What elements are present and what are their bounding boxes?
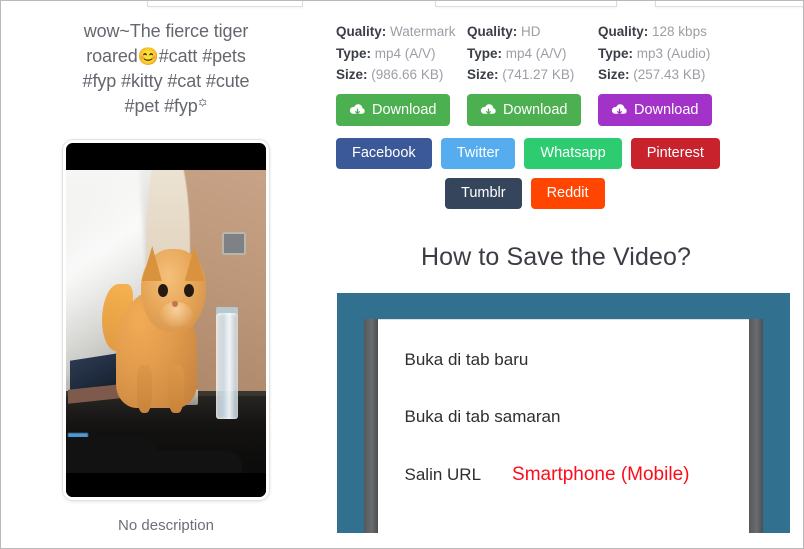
- howto-frame-side-right: [748, 318, 763, 533]
- size-value: (257.43 KB): [633, 67, 706, 82]
- context-menu-item-open-incognito: Buka di tab samaran: [404, 406, 561, 426]
- main-content: wow~The fierce tiger roared😊#catt #pets …: [1, 13, 803, 548]
- share-button-twitter[interactable]: Twitter: [440, 137, 516, 169]
- type-label: Type:: [336, 45, 372, 61]
- card-stub-middle: [435, 1, 617, 7]
- share-buttons-row-1: Facebook Twitter Whatsapp Pinterest: [331, 137, 795, 169]
- quality-line: Quality: Watermark: [336, 21, 467, 43]
- share-buttons-row-2: Tumblr Reddit: [331, 177, 795, 209]
- download-options-column: Quality: Watermark Type: mp4 (A/V) Size:…: [331, 13, 803, 533]
- download-button-watermark[interactable]: Download: [336, 93, 450, 126]
- letterbox-top: [66, 143, 266, 170]
- share-button-facebook[interactable]: Facebook: [336, 137, 432, 169]
- size-line: Size: (986.66 KB): [336, 64, 467, 86]
- cat-eye-right: [183, 284, 194, 297]
- type-value: mp3 (Audio): [636, 45, 711, 61]
- download-option-mp3: Quality: 128 kbps Type: mp3 (Audio) Size…: [598, 21, 712, 126]
- cat-subject: [101, 246, 218, 414]
- letterbox-bottom: [66, 473, 266, 497]
- video-description: No description: [118, 517, 214, 534]
- howto-frame-side-left: [363, 318, 378, 533]
- quality-options-row: Quality: Watermark Type: mp4 (A/V) Size:…: [331, 21, 795, 126]
- quality-value: 128 kbps: [652, 24, 707, 39]
- download-button-label: Download: [503, 101, 568, 118]
- browser-viewport: wow~The fierce tiger roared😊#catt #pets …: [0, 0, 804, 549]
- size-label: Size:: [467, 67, 499, 82]
- video-title-line-4: #pet #fyp꙳: [124, 96, 208, 116]
- cloud-download-icon: [480, 103, 497, 116]
- scene-wall-switch: [222, 231, 246, 255]
- quality-label: Quality:: [598, 24, 649, 39]
- quality-value: Watermark: [390, 24, 456, 39]
- cat-eye-left: [157, 284, 168, 297]
- video-title-line-2-pre: roared: [86, 46, 138, 66]
- type-value: mp4 (A/V): [374, 45, 436, 61]
- download-button-label: Download: [634, 101, 699, 118]
- video-title-line-2-post: #catt #pets: [158, 46, 246, 66]
- share-button-whatsapp[interactable]: Whatsapp: [524, 137, 622, 169]
- context-menu-item-copy-url: Salin URL: [404, 464, 482, 484]
- type-line: Type: mp4 (A/V): [336, 43, 467, 65]
- type-label: Type:: [467, 45, 503, 61]
- size-value: (741.27 KB): [502, 67, 575, 82]
- quality-label: Quality:: [336, 24, 387, 39]
- download-button-hd[interactable]: Download: [467, 93, 581, 126]
- type-line: Type: mp3 (Audio): [598, 43, 712, 65]
- download-button-mp3[interactable]: Download: [598, 93, 712, 126]
- size-line: Size: (257.43 KB): [598, 64, 712, 86]
- cat-leg-left: [136, 365, 153, 414]
- size-label: Size:: [336, 67, 368, 82]
- quality-label: Quality:: [467, 24, 518, 39]
- download-option-watermark: Quality: Watermark Type: mp4 (A/V) Size:…: [336, 21, 467, 126]
- share-button-pinterest[interactable]: Pinterest: [630, 137, 720, 169]
- video-thumbnail[interactable]: [63, 140, 269, 500]
- cloud-download-icon: [349, 103, 366, 116]
- cat-leg-right: [168, 365, 184, 414]
- video-thumbnail-scene: [66, 143, 266, 497]
- quality-line: Quality: HD: [467, 21, 598, 43]
- size-line: Size: (741.27 KB): [467, 64, 598, 86]
- video-title-line-3: #fyp #kitty #cat #cute: [82, 71, 250, 91]
- cloud-download-icon: [611, 103, 628, 116]
- context-menu-item-open-new-tab: Buka di tab baru: [404, 349, 529, 369]
- howto-context-menu: Buka di tab baru Buka di tab samaran Sal…: [377, 318, 749, 533]
- type-label: Type:: [598, 45, 634, 61]
- quality-value: HD: [521, 24, 541, 39]
- type-value: mp4 (A/V): [505, 45, 567, 61]
- smiling-face-emoji: 😊: [137, 47, 159, 66]
- video-title-line-1: wow~The fierce tiger: [83, 21, 249, 41]
- download-option-hd: Quality: HD Type: mp4 (A/V) Size: (741.2…: [467, 21, 598, 126]
- video-preview-column: wow~The fierce tiger roared😊#catt #pets …: [1, 13, 331, 534]
- scene-water-bottle: [216, 312, 238, 420]
- card-stub-left: [147, 1, 303, 7]
- howto-last-row: Salin URL Smartphone (Mobile): [405, 464, 749, 486]
- share-button-tumblr[interactable]: Tumblr: [445, 177, 522, 209]
- share-button-reddit[interactable]: Reddit: [530, 177, 605, 209]
- howto-heading: How to Save the Video?: [421, 242, 691, 271]
- quality-line: Quality: 128 kbps: [598, 21, 712, 43]
- download-button-label: Download: [372, 101, 437, 118]
- size-label: Size:: [598, 67, 630, 82]
- size-value: (986.66 KB): [371, 67, 444, 82]
- type-line: Type: mp4 (A/V): [467, 43, 598, 65]
- howto-device-label: Smartphone (Mobile): [512, 463, 690, 485]
- video-title: wow~The fierce tiger roared😊#catt #pets …: [60, 19, 272, 119]
- howto-instruction-image: Buka di tab baru Buka di tab samaran Sal…: [336, 292, 790, 533]
- card-stub-right: [655, 1, 803, 7]
